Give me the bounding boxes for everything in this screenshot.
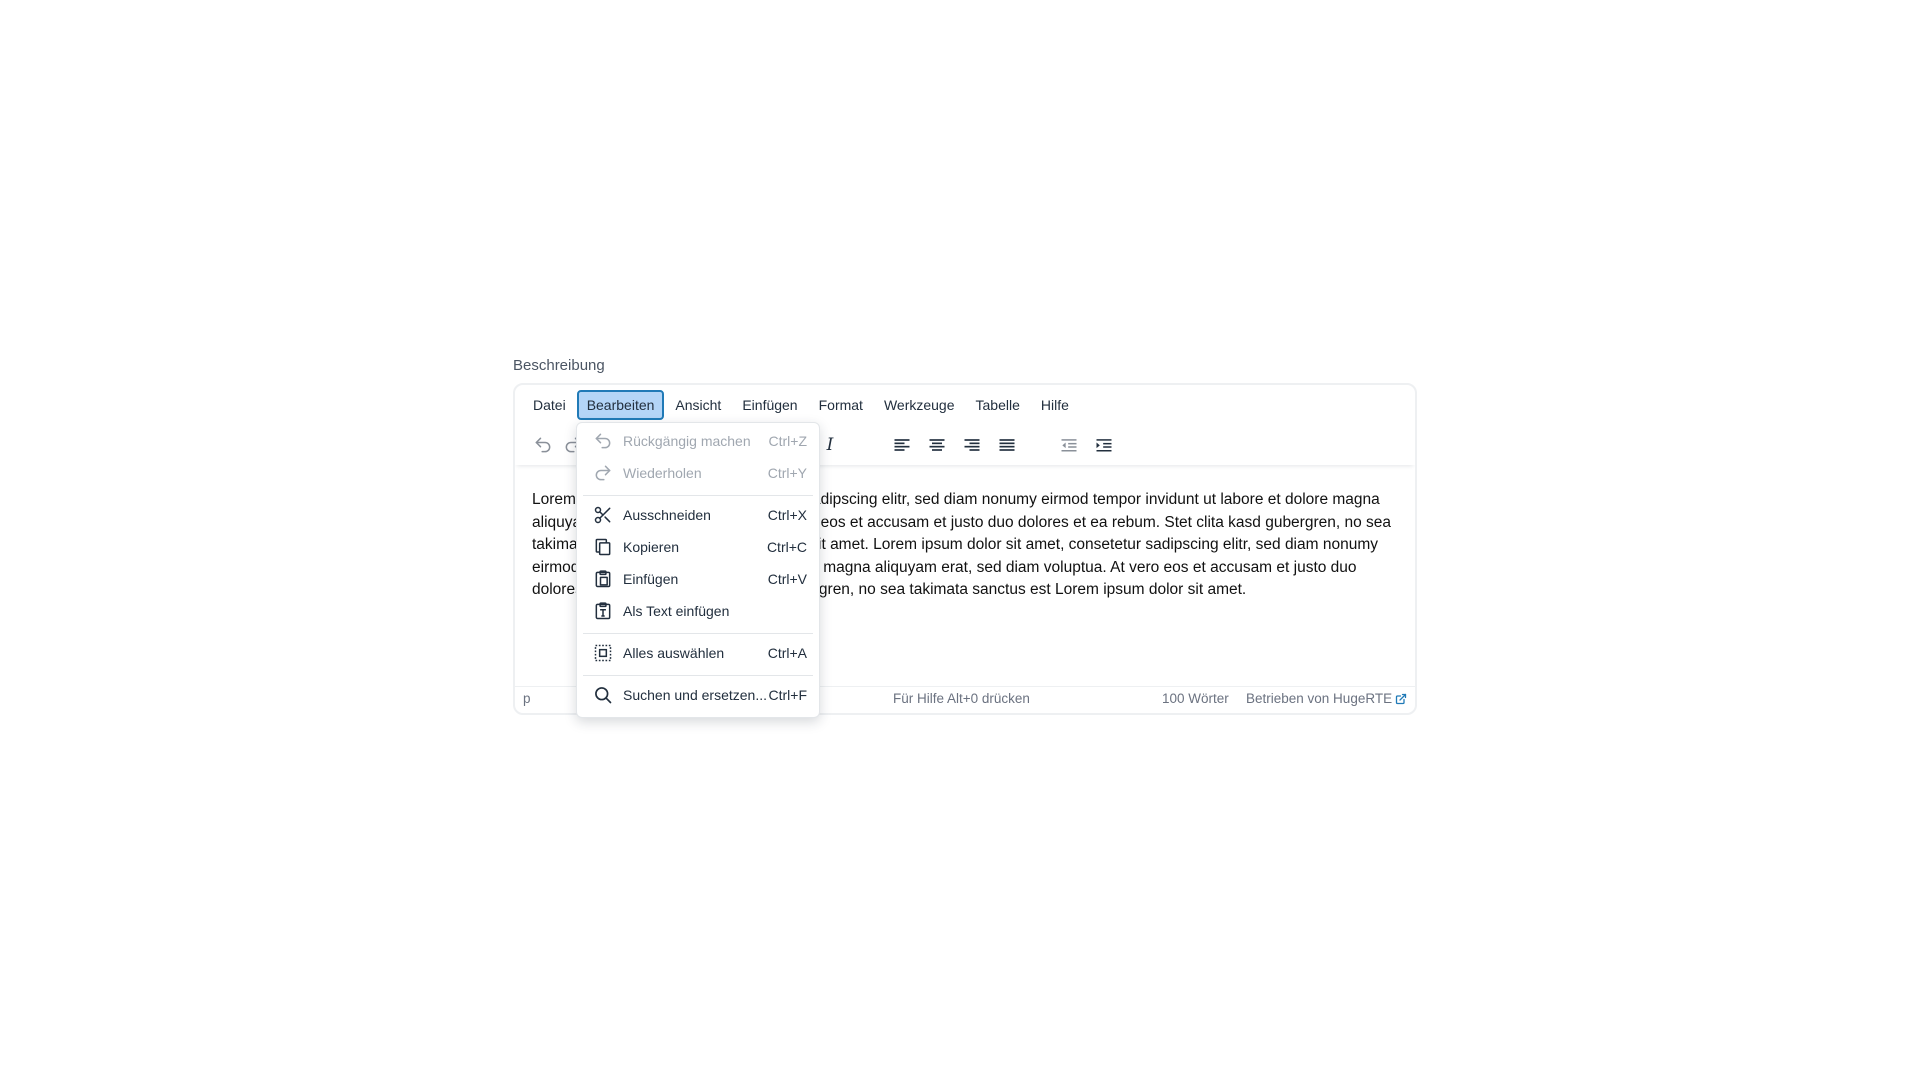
align-center-icon (929, 439, 945, 451)
menu-item-shortcut: Ctrl+A (767, 645, 807, 661)
help-hint: Für Hilfe Alt+0 drücken (893, 691, 1030, 706)
menu-ansicht[interactable]: Ansicht (665, 390, 731, 420)
branding-label: Betrieben von HugeRTE (1246, 691, 1393, 706)
menu-item-cut[interactable]: Ausschneiden Ctrl+X (577, 500, 819, 530)
align-center-button[interactable] (923, 431, 951, 459)
paste-icon (593, 569, 613, 589)
menu-item-copy[interactable]: Kopieren Ctrl+C (577, 532, 819, 562)
justify-icon (999, 439, 1015, 451)
menu-item-paste[interactable]: Einfügen Ctrl+V (577, 564, 819, 594)
search-icon (593, 685, 613, 705)
outdent-button[interactable] (1055, 431, 1083, 459)
menu-item-shortcut: Ctrl+F (768, 687, 808, 703)
menu-item-shortcut: Ctrl+Z (768, 433, 808, 449)
align-right-button[interactable] (958, 431, 986, 459)
undo-icon (535, 437, 551, 453)
menu-item-label: Alles auswählen (623, 645, 725, 661)
menu-item-label: Einfügen (623, 571, 679, 587)
menu-tabelle[interactable]: Tabelle (966, 390, 1030, 420)
field-label: Beschreibung (513, 357, 605, 374)
menu-item-shortcut: Ctrl+Y (767, 465, 807, 481)
menu-item-find-replace[interactable]: Suchen und ersetzen... Ctrl+F (577, 680, 819, 710)
indent-button[interactable] (1090, 431, 1118, 459)
copy-icon (593, 537, 613, 557)
external-link-icon (1395, 693, 1407, 704)
menubar: Datei Bearbeiten Ansicht Einfügen Format… (515, 385, 1415, 425)
menu-item-shortcut: Ctrl+V (767, 571, 807, 587)
scissors-icon (593, 505, 613, 525)
edit-menu-dropdown: Rückgängig machen Ctrl+Z Wiederholen Ctr… (576, 422, 820, 718)
menu-item-label: Rückgängig machen (623, 433, 751, 449)
element-path[interactable]: p (523, 691, 531, 706)
undo-icon (593, 431, 613, 451)
menu-bearbeiten[interactable]: Bearbeiten (576, 390, 665, 420)
branding-link[interactable]: Betrieben von HugeRTE (1246, 691, 1407, 706)
menu-separator (583, 495, 813, 496)
menu-item-label: Als Text einfügen (623, 603, 730, 619)
align-left-button[interactable] (888, 431, 916, 459)
menu-separator (583, 633, 813, 634)
menu-item-label: Suchen und ersetzen... (623, 687, 767, 703)
menu-item-undo[interactable]: Rückgängig machen Ctrl+Z (577, 426, 819, 456)
menu-item-shortcut: Ctrl+X (767, 507, 807, 523)
menu-item-shortcut: Ctrl+C (766, 539, 807, 555)
align-left-icon (894, 439, 910, 451)
menu-format[interactable]: Format (809, 390, 873, 420)
redo-icon (593, 463, 613, 483)
menu-datei[interactable]: Datei (523, 390, 576, 420)
menu-einfuegen[interactable]: Einfügen (732, 390, 807, 420)
undo-button[interactable] (529, 431, 557, 459)
italic-button[interactable]: I (816, 431, 844, 459)
menu-item-label: Ausschneiden (623, 507, 711, 523)
italic-icon: I (826, 435, 834, 455)
menu-item-redo[interactable]: Wiederholen Ctrl+Y (577, 458, 819, 488)
menu-item-paste-as-text[interactable]: Als Text einfügen (577, 596, 819, 626)
menu-hilfe[interactable]: Hilfe (1031, 390, 1079, 420)
menu-item-label: Wiederholen (623, 465, 702, 481)
align-right-icon (964, 439, 980, 451)
menu-item-label: Kopieren (623, 539, 680, 555)
paste-text-icon (593, 601, 613, 621)
menu-item-select-all[interactable]: Alles auswählen Ctrl+A (577, 638, 819, 668)
outdent-icon (1061, 439, 1077, 452)
menu-werkzeuge[interactable]: Werkzeuge (874, 390, 965, 420)
indent-icon (1096, 439, 1112, 452)
justify-button[interactable] (993, 431, 1021, 459)
select-all-icon (593, 643, 613, 663)
word-count[interactable]: 100 Wörter (1162, 691, 1229, 706)
menu-separator (583, 675, 813, 676)
